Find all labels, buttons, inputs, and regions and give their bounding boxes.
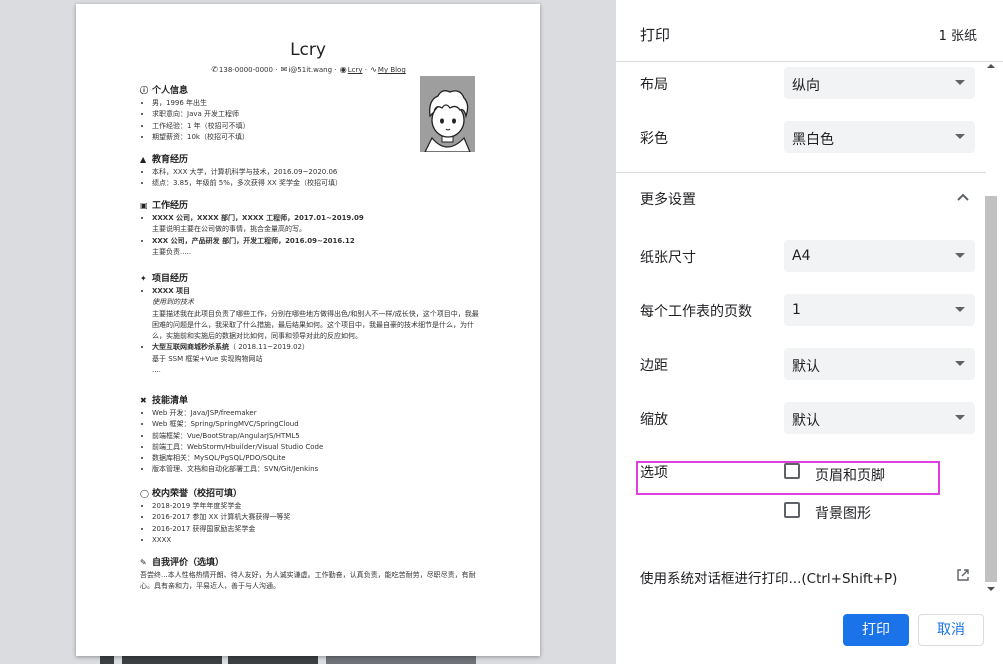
list-item: Web 框架：Spring/SpringMVC/SpringCloud (152, 419, 480, 430)
color-label: 彩色 (640, 131, 668, 147)
mail-icon: ✉ (280, 65, 288, 74)
dropdown-arrow-icon (955, 415, 965, 420)
color-select[interactable]: 黑白色 (784, 121, 975, 153)
section-skills: ✖技能清单 Web 开发：Java/JSP/freemaker Web 框架：S… (140, 394, 480, 476)
layout-label: 布局 (640, 77, 668, 93)
list-item: XXX 公司，产品研发 部门，开发工程师，2016.09~2016.12主要负责… (152, 236, 480, 259)
divider (616, 172, 986, 173)
section-work: ▣工作经历 XXXX 公司，XXXX 部门，XXXX 工程师，2017.01~2… (140, 199, 480, 258)
layout-select[interactable]: 纵向 (784, 67, 975, 99)
scrollbar-thumb[interactable] (985, 196, 997, 582)
list-item: 大型互联网商城秒杀系统（ 2018.11~2019.02） 基于 SSM 框架+… (152, 342, 480, 376)
panel-title: 打印 (640, 26, 671, 44)
info-icon: ⓘ (140, 86, 148, 95)
margins-select[interactable]: 默认 (784, 348, 975, 380)
section-honors: ◯校内荣誉（校招可填） 2018-2019 学年年度奖学金 2016-2017 … (140, 487, 480, 546)
blog-link: My Blog (377, 66, 406, 74)
scale-label: 缩放 (640, 412, 668, 428)
list-item: 前端框架：Vue/BootStrap/AngularJS/HTML5 (152, 431, 480, 442)
list-item: XXXX (152, 535, 480, 546)
list-item: 数据库相关：MySQL/PgSQL/PDO/SQLite (152, 453, 480, 464)
list-item: 2016-2017 参加 XX 计算机大赛获得一等奖 (152, 512, 480, 523)
phone-icon: ✆ (211, 65, 218, 74)
list-item: Web 开发：Java/JSP/freemaker (152, 408, 480, 419)
pages-per-sheet-label: 每个工作表的页数 (640, 304, 752, 320)
background-graphics-checkbox[interactable] (784, 502, 800, 518)
section-education: ▲教育经历 本科，XXX 大学，计算机科学与技术，2016.09~2020.06… (140, 153, 480, 190)
list-item: 求职意向：Java 开发工程师 (152, 109, 480, 120)
resume-name: Lcry (290, 40, 326, 60)
resume-contact: ✆138-0000-0000 · ✉i@51it.wang · ◉Lcry · … (211, 65, 406, 74)
pencil-icon: ✎ (140, 558, 147, 567)
rss-icon: ∿ (370, 65, 377, 74)
chevron-up-icon[interactable] (956, 189, 970, 203)
list-item: 期望薪资：10k（校招可不填） (152, 132, 480, 143)
scroll-down-arrow-icon[interactable] (987, 587, 995, 591)
briefcase-icon: ▣ (140, 201, 148, 210)
list-item: XXXX 项目 使用到的技术 主要描述我在此项目负责了哪些工作，分别在哪些地方做… (152, 286, 480, 342)
dropdown-arrow-icon (955, 253, 965, 258)
dropdown-arrow-icon (955, 134, 965, 139)
medal-icon: ◯ (140, 489, 149, 498)
list-item: 2016-2017 获得国家励志奖学金 (152, 524, 480, 535)
print-preview-area: Lcry ✆138-0000-0000 · ✉i@51it.wang · ◉Lc… (0, 0, 616, 664)
github-icon: ◉ (339, 65, 347, 74)
print-settings-panel: 打印 1 张纸 布局 纵向 彩色 黑白色 更多设置 纸张尺寸 A4 每个工作表的… (616, 0, 1003, 664)
sheet-count: 1 张纸 (938, 29, 977, 44)
section-personal: ⓘ个人信息 男，1996 年出生 求职意向：Java 开发工程师 工作经验：1 … (140, 84, 480, 143)
list-item: 本科，XXX 大学，计算机科学与技术，2016.09~2020.06 (152, 167, 480, 178)
options-label: 选项 (640, 465, 668, 481)
headers-footers-checkbox[interactable] (784, 463, 800, 479)
list-item: 版本管理、文档和自动化部署工具：SVN/Git/Jenkins (152, 464, 480, 475)
paper-size-label: 纸张尺寸 (640, 250, 696, 266)
panel-header: 打印 1 张纸 (616, 0, 1003, 62)
margins-label: 边距 (640, 358, 668, 374)
more-settings-toggle[interactable]: 更多设置 (640, 189, 696, 209)
dropdown-arrow-icon (955, 80, 965, 85)
project-icon: ✦ (140, 274, 147, 283)
list-item: 男，1996 年出生 (152, 98, 480, 109)
list-item: XXXX 公司，XXXX 部门，XXXX 工程师，2017.01~2019.09… (152, 213, 480, 236)
print-button[interactable]: 打印 (843, 614, 909, 646)
section-projects: ✦项目经历 XXXX 项目 使用到的技术 主要描述我在此项目负责了哪些工作，分别… (140, 272, 480, 376)
dropdown-arrow-icon (955, 361, 965, 366)
preview-page[interactable]: Lcry ✆138-0000-0000 · ✉i@51it.wang · ◉Lc… (76, 4, 540, 656)
cancel-button[interactable]: 取消 (918, 614, 984, 646)
background-graphics-label[interactable]: 背景图形 (815, 503, 871, 523)
scroll-up-arrow-icon[interactable] (987, 64, 995, 68)
paper-size-select[interactable]: A4 (784, 240, 975, 272)
pages-per-sheet-select[interactable]: 1 (784, 294, 975, 326)
scale-select[interactable]: 默认 (784, 402, 975, 434)
graduation-cap-icon: ▲ (140, 155, 147, 164)
github-link: Lcry (347, 66, 363, 74)
list-item: 前端工具：WebStorm/Hbuilder/Visual Studio Cod… (152, 442, 480, 453)
list-item: 工作经验：1 年（校招可不填） (152, 121, 480, 132)
headers-footers-label[interactable]: 页眉和页脚 (815, 465, 885, 485)
system-dialog-link[interactable]: 使用系统对话框进行打印...(Ctrl+Shift+P) (640, 567, 897, 587)
tools-icon: ✖ (140, 396, 147, 405)
list-item: 2018-2019 学年年度奖学金 (152, 501, 480, 512)
dropdown-arrow-icon (955, 307, 965, 312)
open-external-icon[interactable] (956, 567, 970, 581)
section-self-eval: ✎ 自我评价（选填） 吾尝终...本人性格热情开朗、待人友好，为人诚实谦虚。工作勤… (140, 558, 476, 591)
list-item: 绩点：3.85，年级前 5%，多次获得 XX 奖学金（校招可填） (152, 178, 480, 189)
